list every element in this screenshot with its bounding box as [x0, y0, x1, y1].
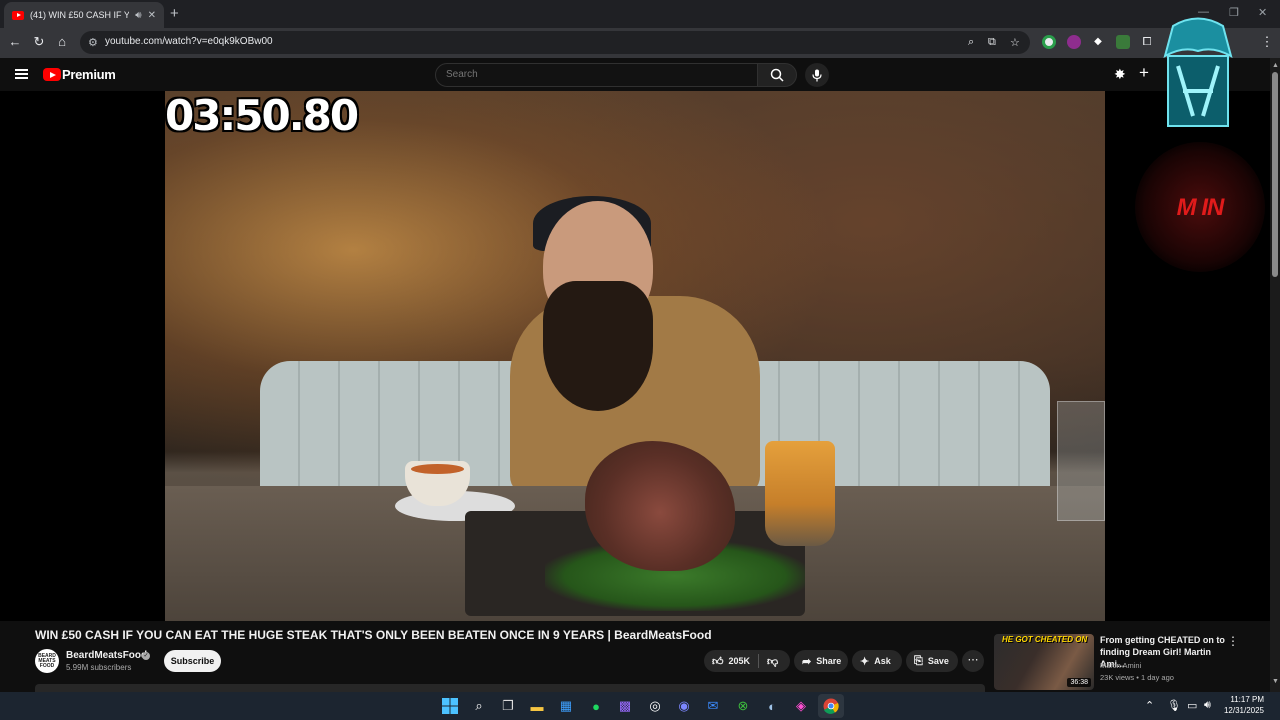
- install-app-icon[interactable]: ⧉: [988, 36, 996, 49]
- discord-icon[interactable]: ◉: [675, 697, 693, 715]
- video-player[interactable]: 03:50.80: [0, 91, 1270, 621]
- voice-search-button[interactable]: [805, 63, 829, 87]
- clock-date: 12/31/2025: [1223, 706, 1264, 715]
- counter-extension-icon[interactable]: [1116, 35, 1130, 49]
- diamond-extension-icon[interactable]: ◆: [1091, 35, 1105, 49]
- channel-avatar[interactable]: BEARD MEATS FOOD: [35, 649, 59, 673]
- search-taskbar-icon[interactable]: ⌕: [470, 697, 488, 715]
- thumbs-down-icon[interactable]: 👎︎: [767, 655, 778, 668]
- more-actions-button[interactable]: ⋯: [962, 650, 984, 672]
- fries-basket: [765, 441, 835, 546]
- grid-app-icon[interactable]: ▩: [616, 697, 634, 715]
- volume-icon[interactable]: 🔊︎: [1204, 699, 1211, 712]
- github-icon[interactable]: ◎: [646, 697, 664, 715]
- address-url: youtube.com/watch?v=e0qk9kOBw00: [105, 36, 273, 47]
- site-info-icon[interactable]: ⚙: [88, 36, 98, 49]
- search-box[interactable]: [435, 63, 758, 87]
- zoom-icon[interactable]: ⌕: [968, 36, 974, 49]
- scroll-down-icon[interactable]: ▼: [1272, 678, 1279, 685]
- window-close-icon[interactable]: ✕: [1258, 6, 1267, 19]
- challenge-timer: 03:50.80: [165, 91, 359, 140]
- share-label: Share: [816, 656, 842, 666]
- tab-title: (41) WIN £50 CASH IF YOU: [30, 10, 130, 20]
- browser-toolbar: ← ↻ ⌂ ⚙ youtube.com/watch?v=e0qk9kOBw00 …: [0, 28, 1280, 58]
- subscriber-count: 5.99M subscribers: [66, 663, 132, 672]
- scrollbar-thumb[interactable]: [1272, 72, 1278, 277]
- task-view-icon[interactable]: ❐: [499, 697, 517, 715]
- save-label: Save: [927, 656, 949, 666]
- windows-taskbar: [0, 692, 1280, 720]
- clock-time: 11:17 PM: [1230, 695, 1264, 704]
- extension-icon[interactable]: [1067, 35, 1081, 49]
- app-icon[interactable]: ◈: [792, 697, 810, 715]
- ask-button[interactable]: ✦ Ask: [852, 650, 902, 672]
- steam-icon[interactable]: ◐: [763, 697, 781, 715]
- music-app-icon[interactable]: ●: [587, 697, 605, 715]
- search-input[interactable]: [446, 69, 746, 80]
- overlay-logo-icon: [1163, 17, 1233, 127]
- ask-label: Ask: [874, 656, 891, 666]
- recommendation-channel[interactable]: Martin Amini: [1100, 661, 1141, 670]
- share-button[interactable]: ➦ Share: [794, 650, 848, 672]
- sparkle-icon: ✦: [860, 655, 870, 668]
- scroll-up-icon[interactable]: ▲: [1272, 62, 1279, 69]
- back-icon[interactable]: ←: [6, 34, 24, 49]
- comment-section-edge: [35, 684, 985, 692]
- thumbs-up-icon: 👍︎: [712, 655, 724, 668]
- menu-icon[interactable]: [15, 69, 28, 79]
- youtube-logo-icon[interactable]: [43, 68, 61, 81]
- taskbar-clock[interactable]: 11:17 PM 12/31/2025: [1222, 694, 1264, 716]
- verified-icon: ✓: [142, 652, 150, 660]
- microphone-icon: [812, 69, 822, 81]
- recommendation-meta: 23K views • 1 day ago: [1100, 673, 1174, 682]
- bookmark-icon: ⎘: [914, 654, 923, 667]
- speaker-icon[interactable]: 🔊︎: [135, 10, 141, 21]
- microphone-tray-icon[interactable]: 🎙︎: [1167, 699, 1181, 712]
- extensions-puzzle-icon[interactable]: ⧠: [1140, 35, 1154, 49]
- grammarly-extension-icon[interactable]: [1042, 35, 1056, 49]
- browser-tab[interactable]: (41) WIN £50 CASH IF YOU 🔊︎ ✕: [4, 2, 164, 28]
- thumbnail-banner: HE GOT CHEATED ON: [1002, 635, 1088, 644]
- video-duration: 36:38: [1067, 678, 1091, 687]
- ai-sparkle-icon[interactable]: ✸: [1114, 66, 1126, 83]
- create-icon[interactable]: +: [1139, 63, 1149, 83]
- channel-name[interactable]: BeardMeatsFood: [66, 650, 147, 661]
- like-count: 205K: [728, 656, 751, 666]
- file-explorer-icon[interactable]: ▬: [528, 697, 546, 715]
- share-icon: ➦: [802, 655, 812, 668]
- save-button[interactable]: ⎘ Save: [906, 650, 958, 672]
- browser-tab-bar: (41) WIN £50 CASH IF YOU 🔊︎ ✕ + — ❐ ✕: [0, 0, 1280, 28]
- youtube-favicon-icon: [12, 10, 24, 20]
- youtube-masthead: Premium ✸ +: [0, 58, 1270, 91]
- search-icon: [770, 68, 784, 82]
- video-frame[interactable]: [165, 91, 1105, 621]
- browser-menu-icon[interactable]: ⋮: [1258, 34, 1276, 50]
- new-tab-button[interactable]: +: [170, 5, 179, 22]
- close-tab-icon[interactable]: ✕: [148, 10, 156, 21]
- show-hidden-icons[interactable]: ⌃: [1145, 699, 1154, 712]
- like-button[interactable]: 👍︎ 205K: [712, 655, 750, 668]
- like-divider: [758, 654, 760, 668]
- bookmark-star-icon[interactable]: ☆: [1010, 36, 1020, 49]
- chrome-icon[interactable]: [822, 697, 840, 715]
- person-beard: [543, 281, 653, 411]
- search-button[interactable]: [757, 63, 797, 87]
- address-bar[interactable]: ⚙ youtube.com/watch?v=e0qk9kOBw00 ⌕ ⧉ ☆: [80, 31, 1030, 54]
- windows-start-icon[interactable]: [441, 697, 459, 715]
- reload-icon[interactable]: ↻: [30, 34, 48, 50]
- xbox-icon[interactable]: ⊗: [734, 697, 752, 715]
- like-dislike-group: 👍︎ 205K 👎︎: [704, 650, 790, 672]
- video-title: WIN £50 CASH IF YOU CAN EAT THE HUGE STE…: [35, 628, 712, 642]
- recommendation-thumbnail[interactable]: HE GOT CHEATED ON 36:38: [994, 634, 1094, 690]
- store-icon[interactable]: ▦: [557, 697, 575, 715]
- recommendation-menu-icon[interactable]: ⋮: [1227, 634, 1239, 648]
- mail-icon[interactable]: ✉: [704, 697, 722, 715]
- subscribe-button[interactable]: Subscribe: [164, 650, 221, 672]
- overlay-badge: M IN: [1135, 142, 1265, 272]
- home-icon[interactable]: ⌂: [53, 34, 71, 49]
- overlay-badge-text: M IN: [1176, 194, 1225, 221]
- network-icon[interactable]: ▭: [1187, 699, 1197, 712]
- water-glass: [1057, 401, 1105, 521]
- youtube-premium-label[interactable]: Premium: [62, 67, 116, 82]
